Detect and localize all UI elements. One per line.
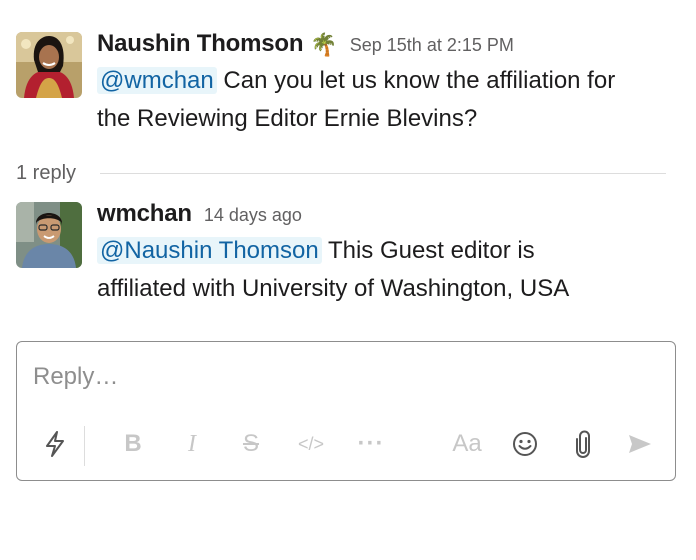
italic-label: I xyxy=(188,430,196,457)
message-text-line2: affiliated with University of Washington… xyxy=(97,275,570,302)
code-label: </> xyxy=(297,433,325,454)
timestamp[interactable]: 14 days ago xyxy=(204,205,302,226)
lightning-icon[interactable] xyxy=(35,422,75,466)
message-text-line1: This Guest editor is xyxy=(321,237,535,264)
composer-toolbar: B I S </> ··· Aa xyxy=(17,422,675,466)
more-label: ··· xyxy=(357,430,385,457)
palm-tree-icon[interactable]: 🌴 xyxy=(310,32,337,58)
code-button[interactable]: </> xyxy=(291,422,331,466)
bold-label: B xyxy=(124,430,142,457)
send-icon[interactable] xyxy=(620,422,660,466)
format-label: Aa xyxy=(452,430,482,457)
divider-line xyxy=(100,172,666,174)
message-text: @wmchan Can you let us know the affiliat… xyxy=(97,62,680,138)
avatar[interactable] xyxy=(16,202,82,268)
more-formatting-button[interactable]: ··· xyxy=(351,422,391,466)
italic-button[interactable]: I xyxy=(172,422,212,466)
message-text-line1: Can you let us know the affiliation for xyxy=(216,67,616,94)
author-name[interactable]: Naushin Thomson xyxy=(97,30,304,58)
message-body: Naushin Thomson 🌴 Sep 15th at 2:15 PM @w… xyxy=(97,30,680,138)
message-text-line2: the Reviewing Editor Ernie Blevins? xyxy=(97,105,478,132)
format-toggle-button[interactable]: Aa xyxy=(447,422,487,466)
paperclip-icon[interactable] xyxy=(563,422,603,466)
strike-label: S xyxy=(242,430,259,457)
user-mention[interactable]: @Naushin Thomson xyxy=(97,237,322,264)
author-name[interactable]: wmchan xyxy=(97,200,192,228)
message-body: wmchan 14 days ago @Naushin Thomson This… xyxy=(97,200,680,308)
message-header: wmchan 14 days ago xyxy=(97,200,680,230)
bold-button[interactable]: B xyxy=(113,422,153,466)
replies-divider: 1 reply xyxy=(16,158,666,188)
reply-count: 1 reply xyxy=(16,161,77,184)
smiley-icon[interactable] xyxy=(505,422,545,466)
avatar[interactable] xyxy=(16,32,82,98)
strikethrough-button[interactable]: S xyxy=(231,422,271,466)
message-header: Naushin Thomson 🌴 Sep 15th at 2:15 PM xyxy=(97,30,680,60)
reply-input[interactable] xyxy=(33,360,633,394)
user-mention[interactable]: @wmchan xyxy=(97,67,217,94)
message-text: @Naushin Thomson This Guest editor is af… xyxy=(97,232,680,308)
reply-composer: B I S </> ··· Aa xyxy=(16,341,676,481)
toolbar-divider xyxy=(84,426,85,466)
timestamp[interactable]: Sep 15th at 2:15 PM xyxy=(350,35,514,56)
